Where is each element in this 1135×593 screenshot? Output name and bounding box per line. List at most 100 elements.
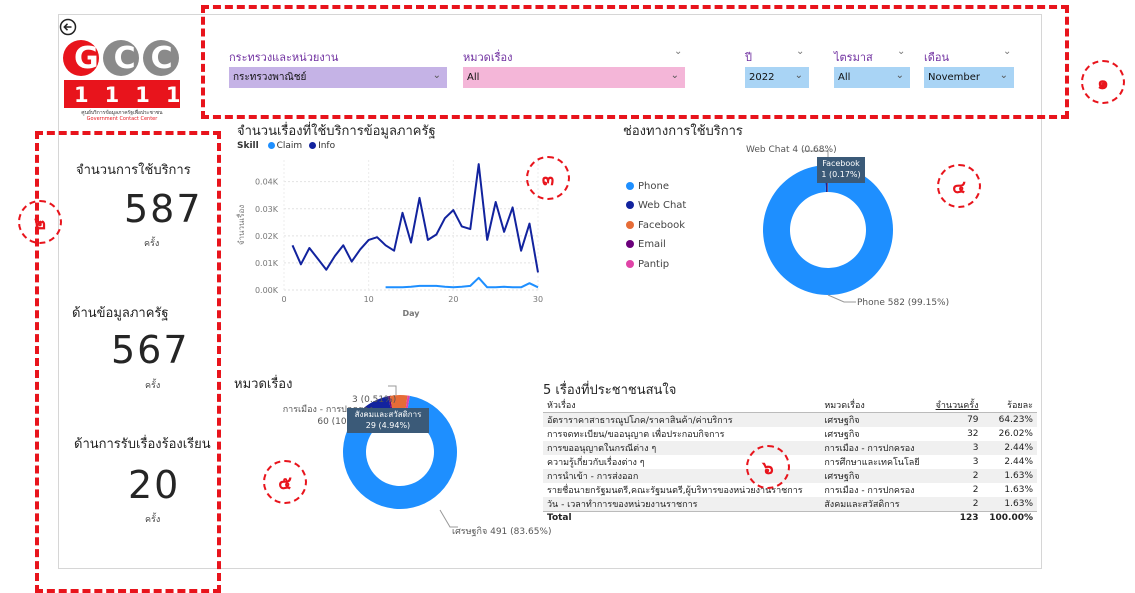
cell-category: เศรษฐกิจ	[820, 412, 929, 427]
tooltip-label: Facebook	[822, 159, 860, 168]
y-tick-label: 0.02K	[255, 232, 279, 241]
tooltip-value: 1 (0.17%)	[821, 170, 861, 179]
phone-data-label: Phone 582 (99.15%)	[857, 298, 950, 308]
cell-topic: Total	[543, 511, 821, 524]
phone-dot	[626, 182, 634, 190]
col-category-header[interactable]: หมวดเรื่อง	[820, 396, 929, 413]
cell-category: การเมือง - การปกครอง	[820, 441, 929, 455]
table-row[interactable]: รายชื่อนายกรัฐมนตรี,คณะรัฐมนตรี,ผู้บริหา…	[543, 483, 1037, 497]
x-tick-label: 20	[448, 295, 458, 304]
other-leader-line	[388, 385, 397, 395]
email-dot	[626, 240, 634, 248]
claim-legend-dot	[267, 142, 275, 149]
tooltip-value: 29 (4.94%)	[365, 421, 411, 430]
other-data-label: 3 (0.51%)	[352, 395, 397, 405]
legend-label: Web Chat	[638, 200, 687, 211]
annotation-number-3: ๓	[526, 156, 570, 200]
cell-category	[820, 511, 929, 524]
gcc-logo: GCC 1111 ศูนย์บริการข้อมูลภาครัฐเพื่อประ…	[60, 36, 184, 122]
channel-chart-title: ช่องทางการใช้บริการ	[623, 124, 743, 139]
category-chart-title: หมวดเรื่อง	[234, 377, 293, 392]
cell-count: 3	[972, 457, 979, 467]
cell-count: 3	[928, 441, 983, 455]
economy-data-label: เศรษฐกิจ 491 (83.65%)	[452, 527, 552, 537]
cell-percent: 2.44%	[1004, 457, 1033, 467]
facebook-tooltip: Facebook 1 (0.17%)	[817, 157, 865, 183]
cell-category: การศึกษาและเทคโนโลยี	[824, 458, 920, 468]
cell-topic: วัน - เวลาทำการของหน่วยงานราชการ	[543, 497, 821, 512]
col-count-header[interactable]: จำนวนครั้ง	[928, 396, 983, 413]
legend-label: Facebook	[638, 220, 685, 231]
table-row[interactable]: การจดทะเบียน/ขออนุญาต เพื่อประกอบกิจการ เ…	[543, 427, 1037, 441]
y-tick-label: 0.03K	[255, 205, 279, 214]
y-tick-label: 0.04K	[255, 178, 279, 187]
col-topic-header[interactable]: หัวเรื่อง	[543, 396, 821, 413]
channel-legend-phone: Phone	[626, 181, 669, 192]
y-axis-label: จำนวนเรื่อง	[235, 205, 246, 245]
x-tick-label: 30	[533, 295, 543, 304]
cell-percent: 1.63%	[1004, 485, 1033, 495]
series-line-claim	[385, 276, 539, 289]
cell-count: 2	[928, 497, 983, 512]
phone-leader-line	[827, 294, 856, 303]
series-line-info	[291, 163, 539, 273]
table-header-row: หัวเรื่อง หมวดเรื่อง จำนวนครั้ง ร้อยละ	[543, 396, 1037, 413]
legend-label: Email	[638, 239, 666, 250]
cell-count: 32	[967, 429, 979, 439]
cell-category: เศรษฐกิจ	[820, 469, 929, 483]
annotation-number-6: ๖	[746, 445, 790, 489]
back-arrow-icon[interactable]	[59, 18, 77, 36]
cell-count: 79	[928, 412, 983, 427]
channel-legend-email: Email	[626, 239, 666, 250]
annotation-number-4: ๔	[937, 164, 981, 208]
table-row[interactable]: การนำเข้า - การส่งออก เศรษฐกิจ 2 1.63%	[543, 469, 1037, 483]
annotation-number-2: ๒	[18, 200, 62, 244]
cell-category: สังคมและสวัสดิการ	[820, 497, 929, 512]
channel-legend-facebook: Facebook	[626, 220, 685, 231]
x-tick-label: 0	[281, 295, 286, 304]
col-percent-header[interactable]: ร้อยละ	[982, 396, 1037, 413]
cell-percent: 26.02%	[998, 429, 1033, 439]
pantip-dot	[626, 260, 634, 268]
line-chart-title: จำนวนเรื่องที่ใช้บริการข้อมูลภาครัฐ	[237, 124, 436, 139]
x-tick-label: 10	[364, 295, 374, 304]
annotation-number-1: ๑	[1081, 60, 1125, 104]
annotation-box-filters	[201, 5, 1069, 119]
cell-category: การเมือง - การปกครอง	[824, 486, 915, 496]
facebook-dot	[626, 221, 634, 229]
cell-percent: 64.23%	[982, 412, 1037, 427]
table-row[interactable]: วัน - เวลาทำการของหน่วยงานราชการ สังคมและ…	[543, 497, 1037, 512]
cell-percent: 100.00%	[982, 511, 1037, 524]
cell-topic: อัตราราคาสาธารณูปโภค/ราคาสินค้า/ค่าบริกา…	[543, 412, 821, 427]
tooltip-label: สังคมและสวัสดิการ	[354, 410, 422, 419]
table-total-row[interactable]: Total 123 100.00%	[543, 511, 1037, 524]
annotation-box-cards	[35, 131, 221, 593]
y-tick-label: 0.01K	[255, 259, 279, 268]
cell-count: 2	[972, 485, 979, 495]
legend-label: Pantip	[638, 259, 670, 270]
cell-percent: 1.63%	[982, 469, 1037, 483]
cell-count: 123	[928, 511, 983, 524]
table-row[interactable]: การขออนุญาตในกรณีต่าง ๆการเมือง - การปกค…	[543, 441, 1037, 455]
info-legend-dot	[309, 142, 317, 149]
annotation-number-5: ๕	[263, 460, 307, 504]
table-row[interactable]: ความรู้เกี่ยวกับเรื่องต่าง ๆการศึกษาและเ…	[543, 455, 1037, 469]
x-axis-label: Day	[402, 309, 420, 318]
legend-label: Phone	[638, 181, 669, 192]
logo-number: 1111	[74, 83, 197, 107]
y-tick-label: 0.00K	[255, 286, 279, 295]
table-row[interactable]: อัตราราคาสาธารณูปโภค/ราคาสินค้า/ค่าบริกา…	[543, 412, 1037, 427]
logo-letters: GCC	[74, 41, 188, 76]
webchat-data-label: Web Chat 4 (0.68%)	[746, 145, 837, 155]
line-chart: 0.00K 0.01K 0.02K 0.03K 0.04K 0 10 20 30 Day จำนวน…	[235, 160, 543, 318]
webchat-dot	[626, 201, 634, 209]
channel-legend-webchat: Web Chat	[626, 200, 686, 211]
cell-percent: 1.63%	[982, 497, 1037, 512]
top5-table: หัวเรื่อง หมวดเรื่อง จำนวนครั้ง ร้อยละ อ…	[543, 396, 1037, 524]
cell-count: 2	[928, 469, 983, 483]
logo-subtitle-en: Government Contact Center	[86, 116, 158, 122]
social-tooltip: สังคมและสวัสดิการ 29 (4.94%)	[347, 408, 429, 433]
cell-percent: 2.44%	[982, 441, 1037, 455]
channel-legend-pantip: Pantip	[626, 259, 669, 270]
cell-topic: การจดทะเบียน/ขออนุญาต เพื่อประกอบกิจการ	[547, 430, 725, 440]
